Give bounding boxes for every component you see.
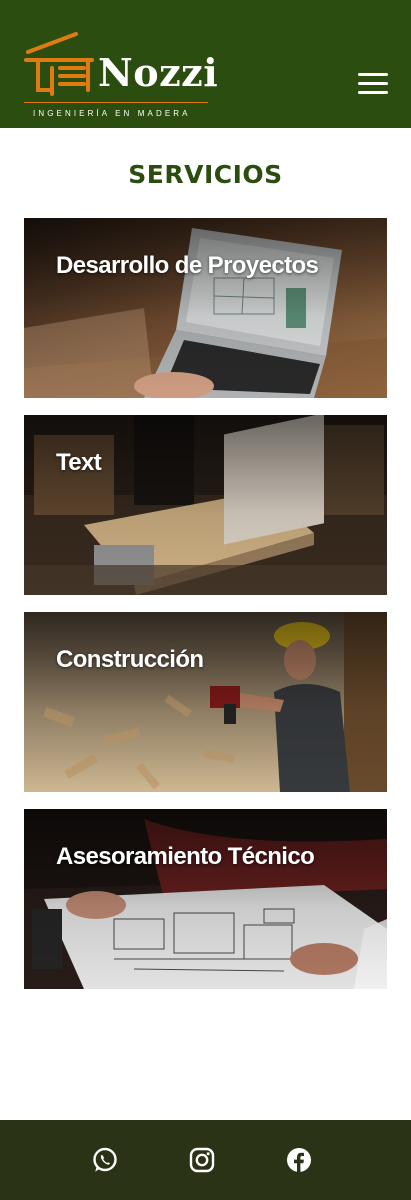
facebook-icon[interactable] <box>286 1147 312 1173</box>
brand-name: Nozzi <box>98 50 219 95</box>
service-card-label: Asesoramiento Técnico <box>56 843 315 870</box>
brand-tagline: INGENIERÍA EN MADERA <box>33 109 191 118</box>
site-footer <box>0 1120 411 1200</box>
service-card-text[interactable]: Text <box>24 415 387 595</box>
instagram-icon[interactable] <box>189 1147 215 1173</box>
service-card-construccion[interactable]: Construcción <box>24 612 387 792</box>
service-card-label: Construcción <box>56 646 204 673</box>
hamburger-menu-icon[interactable] <box>356 72 390 96</box>
section-title: SERVICIOS <box>128 160 283 189</box>
whatsapp-icon[interactable] <box>92 1147 118 1173</box>
site-header: Nozzi INGENIERÍA EN MADERA <box>0 0 411 128</box>
logo-mark-icon <box>24 32 94 96</box>
service-card-desarrollo[interactable]: Desarrollo de Proyectos <box>24 218 387 398</box>
nozzi-logo[interactable]: Nozzi INGENIERÍA EN MADERA <box>24 30 218 120</box>
logo-divider <box>24 102 208 103</box>
service-card-asesoramiento[interactable]: Asesoramiento Técnico <box>24 809 387 989</box>
service-card-label: Desarrollo de Proyectos <box>56 252 319 279</box>
service-card-label: Text <box>56 449 102 476</box>
